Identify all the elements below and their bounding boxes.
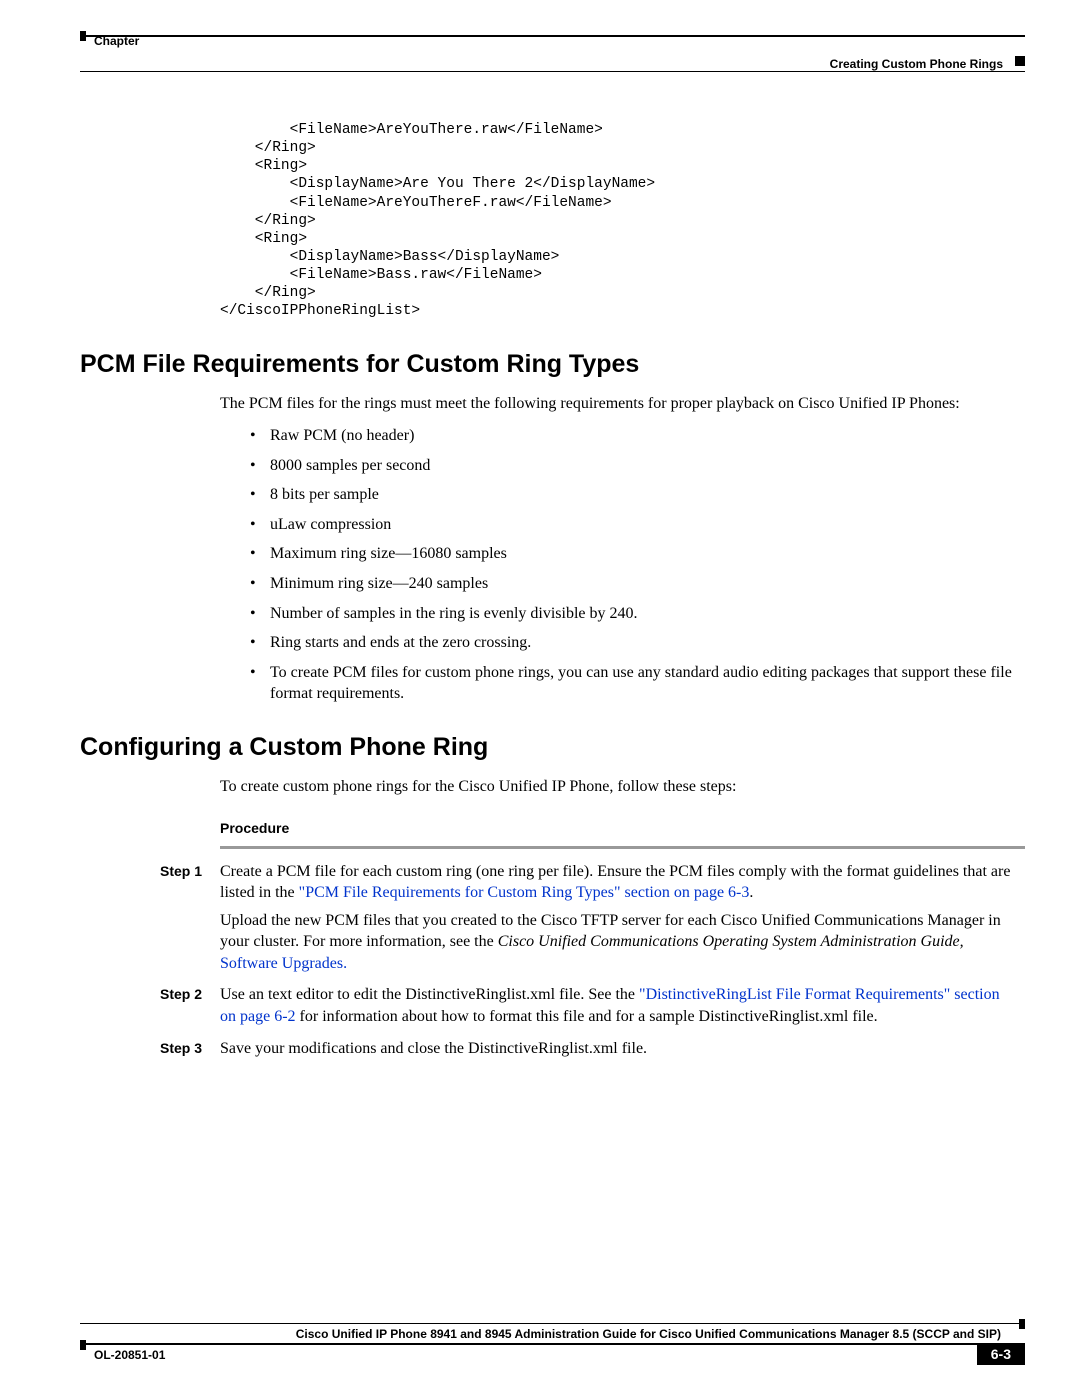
step-body: Use an text editor to edit the Distincti… (220, 984, 1025, 1033)
procedure-label: Procedure (220, 820, 1025, 836)
step-text: Save your modifications and close the Di… (220, 1040, 647, 1057)
list-item: Number of samples in the ring is evenly … (250, 603, 1025, 625)
list-item: Ring starts and ends at the zero crossin… (250, 632, 1025, 654)
requirements-list: Raw PCM (no header) 8000 samples per sec… (250, 425, 1025, 705)
step-label: Step 3 (80, 1038, 220, 1066)
page-footer: Cisco Unified IP Phone 8941 and 8945 Adm… (80, 1323, 1025, 1367)
list-item: Maximum ring size—16080 samples (250, 543, 1025, 565)
list-item: 8 bits per sample (250, 484, 1025, 506)
page-header: Chapter Creating Custom Phone Rings (80, 35, 1025, 71)
list-item: Minimum ring size—240 samples (250, 573, 1025, 595)
list-item: To create PCM files for custom phone rin… (250, 662, 1025, 705)
step-text: . (749, 884, 753, 901)
list-item: Raw PCM (no header) (250, 425, 1025, 447)
step-label: Step 2 (80, 984, 220, 1033)
chapter-label: Chapter (94, 34, 139, 48)
step-row: Step 2 Use an text editor to edit the Di… (80, 984, 1025, 1033)
subheader-text: Creating Custom Phone Rings (830, 57, 1003, 71)
xml-code-block: <FileName>AreYouThere.raw</FileName> </R… (220, 121, 1025, 320)
list-item: 8000 samples per second (250, 455, 1025, 477)
footer-doc-id: OL-20851-01 (94, 1348, 165, 1362)
section-heading-pcm: PCM File Requirements for Custom Ring Ty… (80, 350, 1025, 379)
step-text: Use an text editor to edit the Distincti… (220, 986, 639, 1003)
step-row: Step 3 Save your modifications and close… (80, 1038, 1025, 1066)
pcm-intro: The PCM files for the rings must meet th… (220, 393, 1025, 415)
list-item: uLaw compression (250, 514, 1025, 536)
step-text: for information about how to format this… (296, 1008, 878, 1025)
config-intro: To create custom phone rings for the Cis… (220, 776, 1025, 798)
step-label: Step 1 (80, 861, 220, 981)
step-body: Save your modifications and close the Di… (220, 1038, 1025, 1066)
page-number: 6-3 (977, 1343, 1025, 1365)
step-row: Step 1 Create a PCM file for each custom… (80, 861, 1025, 981)
procedure-rule (220, 846, 1025, 849)
book-title: Cisco Unified Communications Operating S… (498, 933, 964, 950)
step-body: Create a PCM file for each custom ring (… (220, 861, 1025, 981)
section-heading-config: Configuring a Custom Phone Ring (80, 733, 1025, 762)
cross-ref-link[interactable]: Software Upgrades. (220, 955, 347, 972)
footer-guide-title: Cisco Unified IP Phone 8941 and 8945 Adm… (296, 1327, 1001, 1341)
cross-ref-link[interactable]: "PCM File Requirements for Custom Ring T… (299, 884, 750, 901)
